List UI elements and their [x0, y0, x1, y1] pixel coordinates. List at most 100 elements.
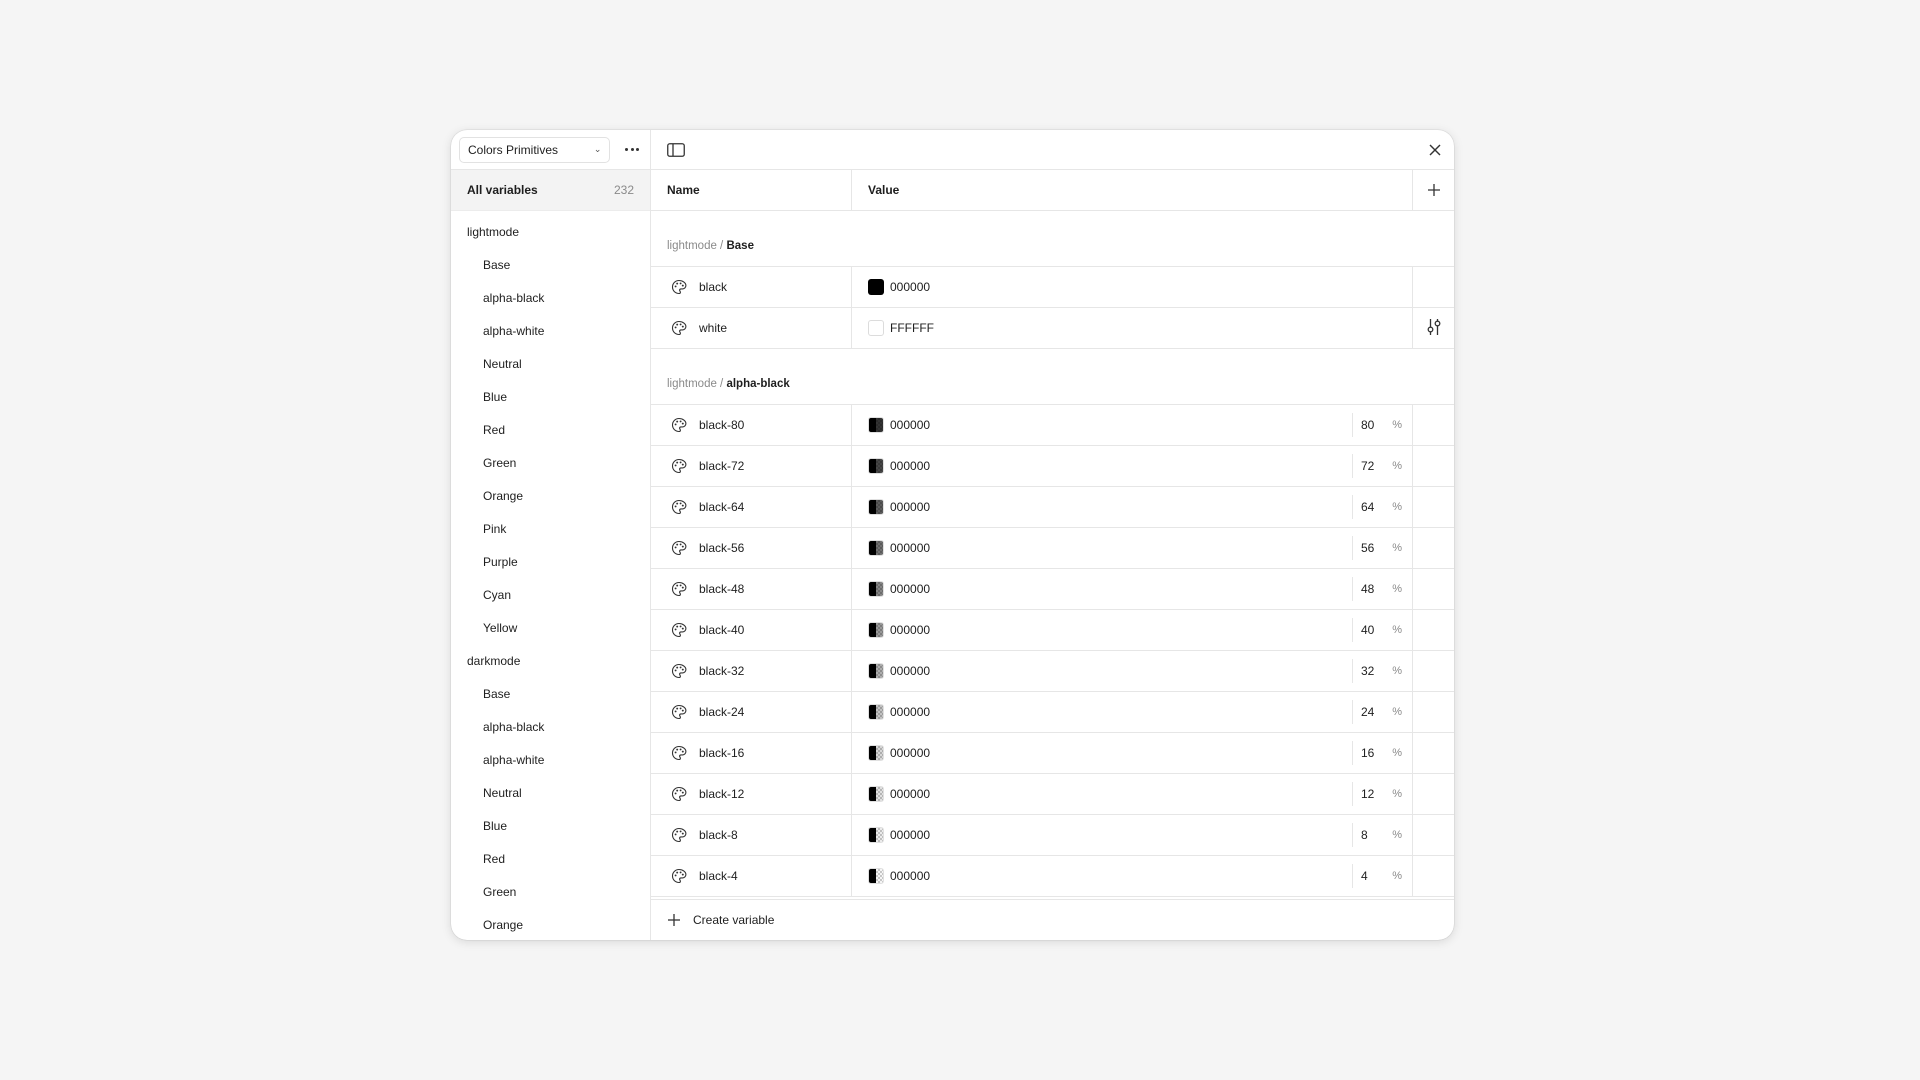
variable-value-cell[interactable]: 000000 48%: [852, 569, 1413, 609]
variable-value-cell[interactable]: 000000 16%: [852, 733, 1413, 773]
adjust-icon[interactable]: [1426, 318, 1442, 339]
variable-name-cell[interactable]: white: [651, 308, 852, 348]
variable-value-cell[interactable]: 000000 40%: [852, 610, 1413, 650]
variable-value-cell[interactable]: 000000 4%: [852, 856, 1413, 896]
table-row[interactable]: black-4 000000 4%: [651, 856, 1454, 897]
color-swatch[interactable]: [868, 663, 884, 679]
color-swatch[interactable]: [868, 704, 884, 720]
opacity-input[interactable]: 4%: [1352, 864, 1412, 888]
variable-value-cell[interactable]: 000000 12%: [852, 774, 1413, 814]
color-swatch[interactable]: [868, 279, 884, 295]
sidebar-item-darkmode-alpha-white[interactable]: alpha-white: [451, 744, 650, 777]
variable-name-cell[interactable]: black-4: [651, 856, 852, 896]
sidebar-item-darkmode-green[interactable]: Green: [451, 876, 650, 909]
variable-value-cell[interactable]: 000000 8%: [852, 815, 1413, 855]
sidebar-item-lightmode-purple[interactable]: Purple: [451, 546, 650, 579]
opacity-input[interactable]: 48%: [1352, 577, 1412, 601]
more-options-icon[interactable]: [622, 140, 642, 160]
table-row[interactable]: black-72 000000 72%: [651, 446, 1454, 487]
sidebar-item-lightmode-yellow[interactable]: Yellow: [451, 612, 650, 645]
variable-name-cell[interactable]: black-72: [651, 446, 852, 486]
color-swatch[interactable]: [868, 581, 884, 597]
variable-value-cell[interactable]: 000000 32%: [852, 651, 1413, 691]
table-row[interactable]: black-16 000000 16%: [651, 733, 1454, 774]
sidebar-item-darkmode-neutral[interactable]: Neutral: [451, 777, 650, 810]
color-swatch[interactable]: [868, 417, 884, 433]
sidebar-item-lightmode-green[interactable]: Green: [451, 447, 650, 480]
create-variable-button[interactable]: Create variable: [651, 899, 1454, 940]
table-row[interactable]: black-64 000000 64%: [651, 487, 1454, 528]
variable-name-cell[interactable]: black-64: [651, 487, 852, 527]
variable-value-cell[interactable]: 000000 72%: [852, 446, 1413, 486]
variable-name-cell[interactable]: black-48: [651, 569, 852, 609]
sidebar-item-lightmode-blue[interactable]: Blue: [451, 381, 650, 414]
variable-value-cell[interactable]: FFFFFF: [852, 308, 1413, 348]
sidebar-item-lightmode-base[interactable]: Base: [451, 249, 650, 282]
sidebar-item-lightmode-neutral[interactable]: Neutral: [451, 348, 650, 381]
color-swatch[interactable]: [868, 499, 884, 515]
variable-value-cell[interactable]: 000000: [852, 267, 1413, 307]
table-row[interactable]: black 000000: [651, 267, 1454, 308]
table-row[interactable]: black-56 000000 56%: [651, 528, 1454, 569]
sidebar-item-darkmode-alpha-black[interactable]: alpha-black: [451, 711, 650, 744]
opacity-input[interactable]: 80%: [1352, 413, 1412, 437]
table-row[interactable]: black-80 000000 80%: [651, 405, 1454, 446]
sidebar-group-lightmode[interactable]: lightmode: [451, 216, 650, 249]
variable-name-cell[interactable]: black-40: [651, 610, 852, 650]
sidebar-item-darkmode-base[interactable]: Base: [451, 678, 650, 711]
color-swatch[interactable]: [868, 320, 884, 336]
variable-name-cell[interactable]: black-12: [651, 774, 852, 814]
variable-name-cell[interactable]: black-80: [651, 405, 852, 445]
opacity-input[interactable]: 72%: [1352, 454, 1412, 478]
opacity-input[interactable]: 8%: [1352, 823, 1412, 847]
sidebar-toggle-icon[interactable]: [667, 142, 685, 157]
table-row[interactable]: black-12 000000 12%: [651, 774, 1454, 815]
variable-name: black-8: [699, 828, 738, 842]
sidebar-item-lightmode-alpha-black[interactable]: alpha-black: [451, 282, 650, 315]
variable-name-cell[interactable]: black-32: [651, 651, 852, 691]
sidebar-item-lightmode-orange[interactable]: Orange: [451, 480, 650, 513]
add-mode-button[interactable]: [1413, 170, 1454, 210]
opacity-input[interactable]: 64%: [1352, 495, 1412, 519]
color-swatch[interactable]: [868, 622, 884, 638]
sidebar-item-darkmode-orange[interactable]: Orange: [451, 909, 650, 940]
sidebar-item-all-variables[interactable]: All variables 232: [451, 170, 650, 211]
color-swatch[interactable]: [868, 827, 884, 843]
sidebar-item-lightmode-pink[interactable]: Pink: [451, 513, 650, 546]
opacity-input[interactable]: 40%: [1352, 618, 1412, 642]
table-row[interactable]: black-8 000000 8%: [651, 815, 1454, 856]
color-swatch[interactable]: [868, 745, 884, 761]
variable-value-cell[interactable]: 000000 56%: [852, 528, 1413, 568]
opacity-input[interactable]: 12%: [1352, 782, 1412, 806]
collection-dropdown[interactable]: Colors Primitives ⌄: [459, 136, 611, 163]
color-swatch[interactable]: [868, 458, 884, 474]
table-row[interactable]: black-32 000000 32%: [651, 651, 1454, 692]
opacity-input[interactable]: 32%: [1352, 659, 1412, 683]
color-swatch[interactable]: [868, 786, 884, 802]
opacity-input[interactable]: 24%: [1352, 700, 1412, 724]
table-row[interactable]: black-40 000000 40%: [651, 610, 1454, 651]
variable-name-cell[interactable]: black-56: [651, 528, 852, 568]
sidebar-item-lightmode-alpha-white[interactable]: alpha-white: [451, 315, 650, 348]
sidebar-item-darkmode-red[interactable]: Red: [451, 843, 650, 876]
chevron-down-icon: ⌄: [593, 144, 602, 154]
sidebar-item-lightmode-red[interactable]: Red: [451, 414, 650, 447]
color-swatch[interactable]: [868, 868, 884, 884]
variable-name-cell[interactable]: black-16: [651, 733, 852, 773]
close-icon[interactable]: [1428, 143, 1442, 157]
table-row[interactable]: black-24 000000 24%: [651, 692, 1454, 733]
table-row[interactable]: white FFFFFF: [651, 308, 1454, 349]
color-swatch[interactable]: [868, 540, 884, 556]
opacity-input[interactable]: 16%: [1352, 741, 1412, 765]
variable-value-cell[interactable]: 000000 80%: [852, 405, 1413, 445]
opacity-input[interactable]: 56%: [1352, 536, 1412, 560]
variable-value-cell[interactable]: 000000 24%: [852, 692, 1413, 732]
variable-value-cell[interactable]: 000000 64%: [852, 487, 1413, 527]
sidebar-item-lightmode-cyan[interactable]: Cyan: [451, 579, 650, 612]
variable-name-cell[interactable]: black-24: [651, 692, 852, 732]
sidebar-item-darkmode-blue[interactable]: Blue: [451, 810, 650, 843]
variable-name-cell[interactable]: black: [651, 267, 852, 307]
sidebar-group-darkmode[interactable]: darkmode: [451, 645, 650, 678]
table-row[interactable]: black-48 000000 48%: [651, 569, 1454, 610]
variable-name-cell[interactable]: black-8: [651, 815, 852, 855]
